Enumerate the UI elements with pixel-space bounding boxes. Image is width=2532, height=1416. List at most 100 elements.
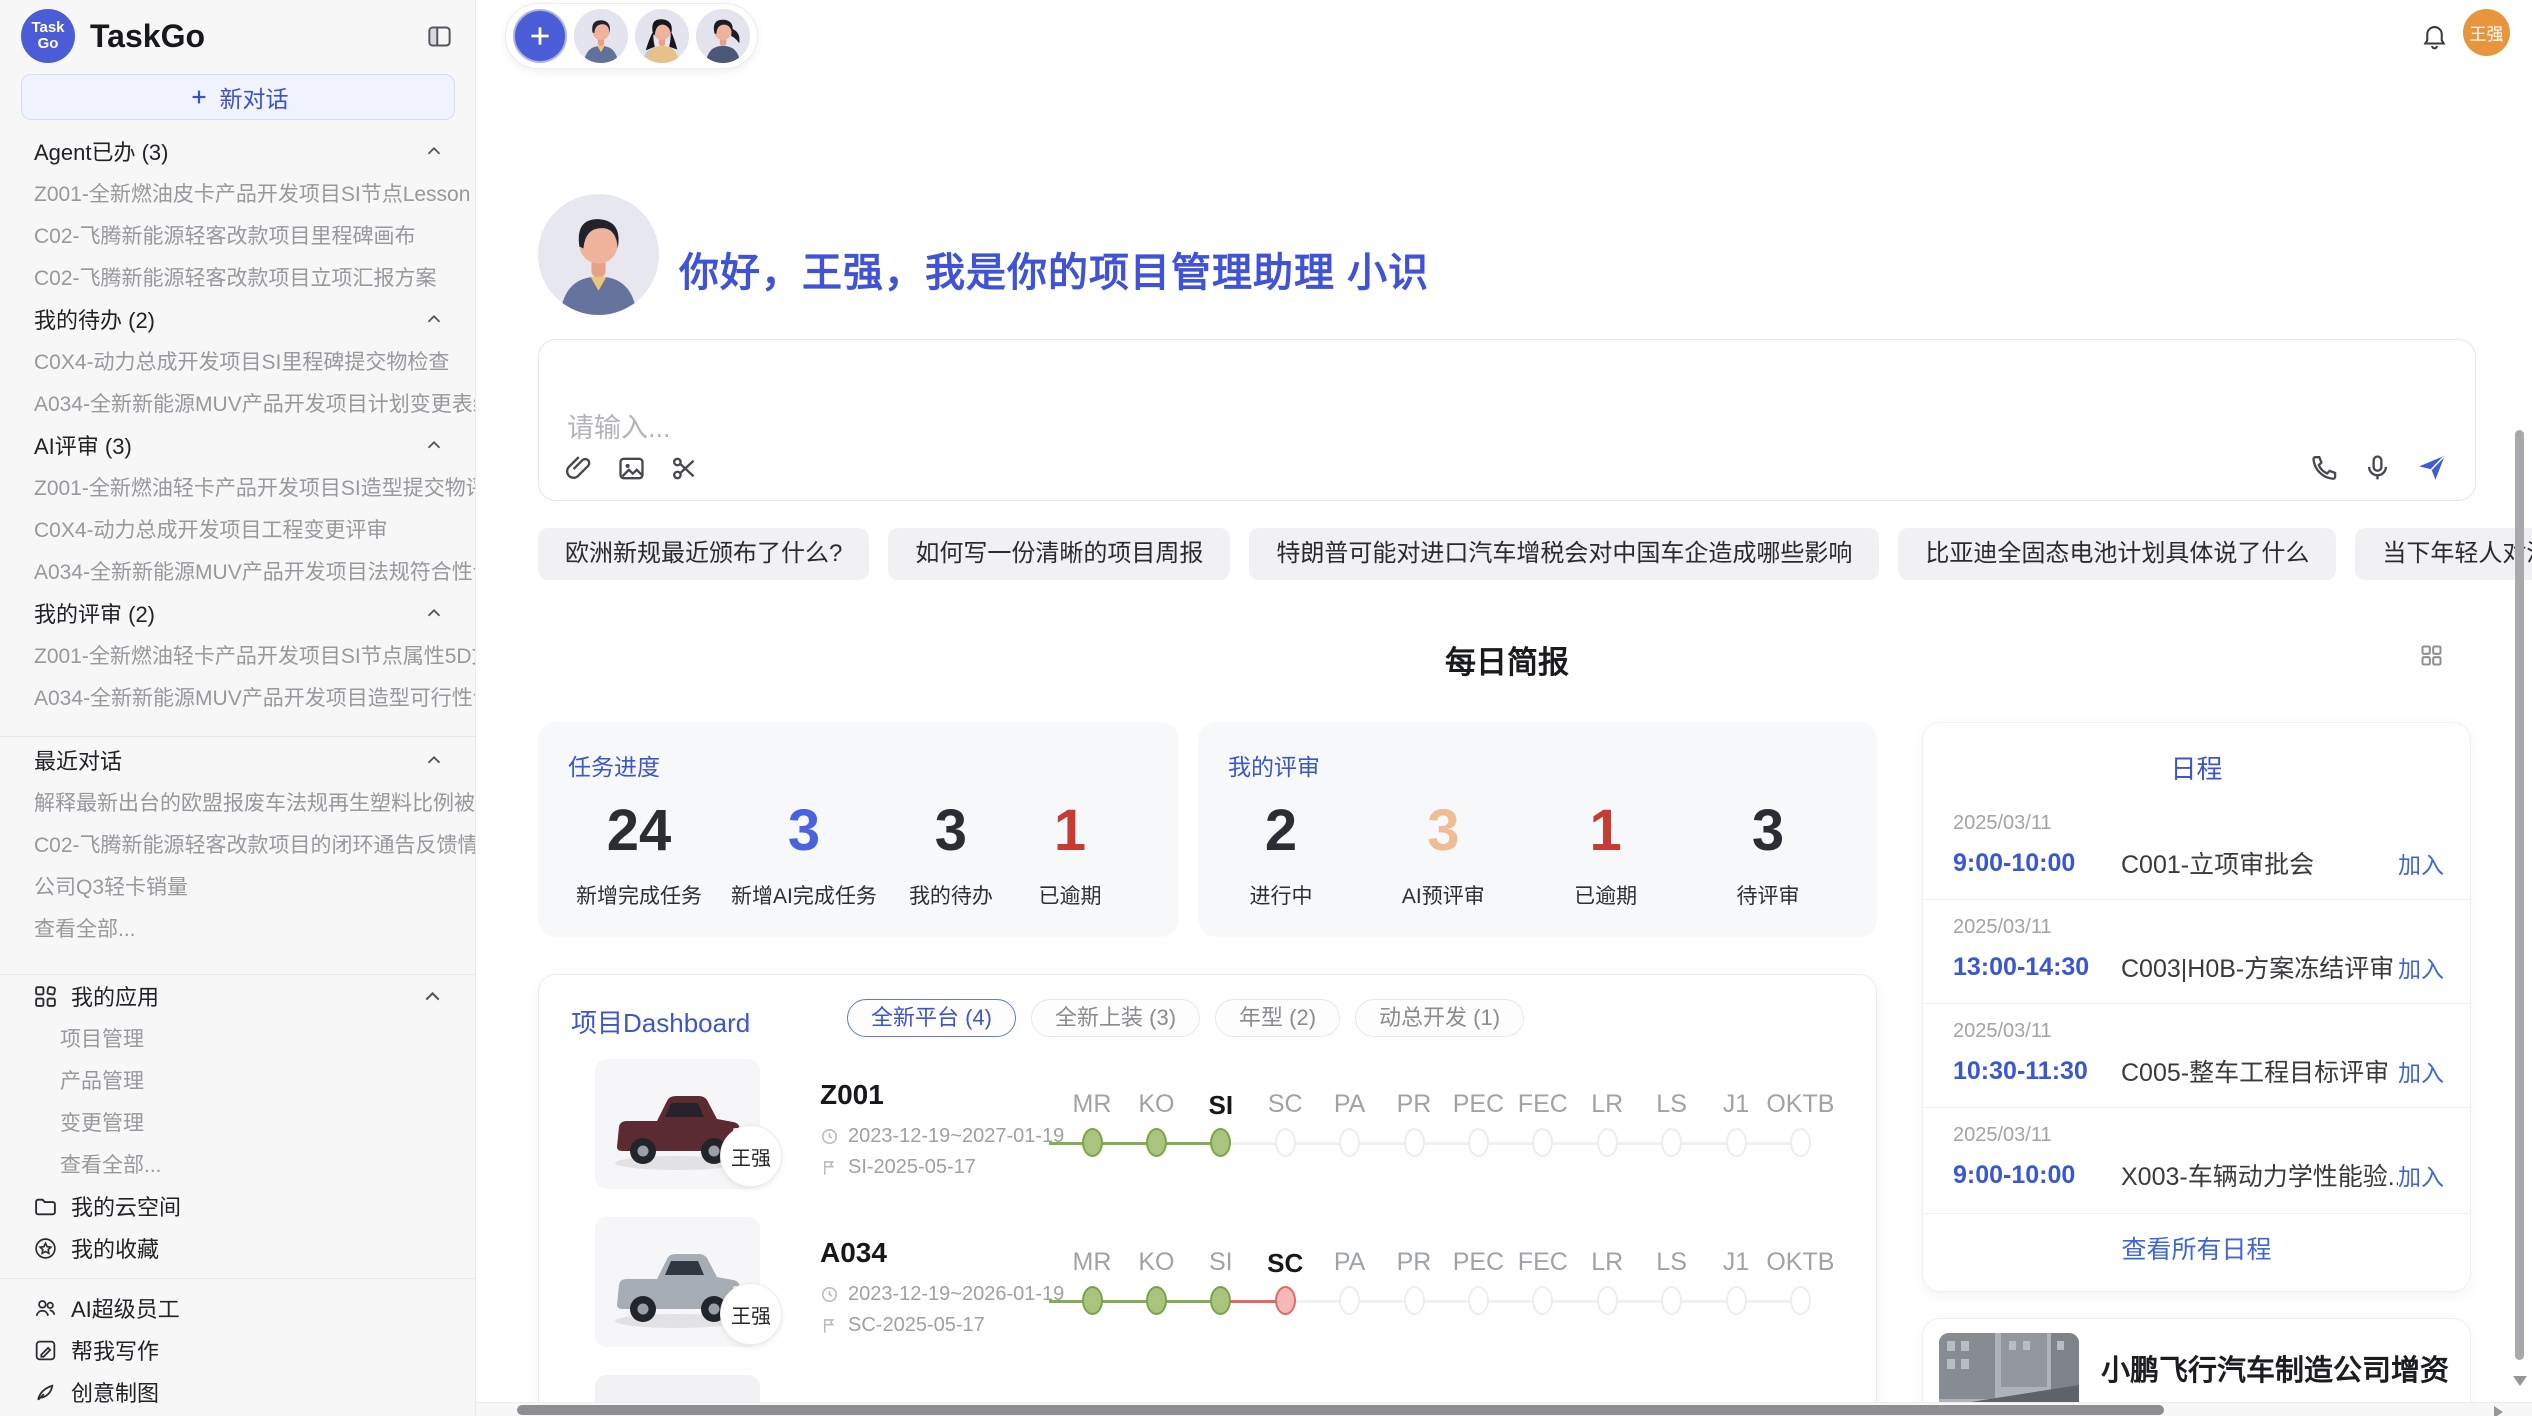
milestone-label: OKTB bbox=[1755, 1248, 1845, 1277]
mic-icon[interactable] bbox=[2362, 452, 2393, 483]
project-row[interactable]: 王强Z0012023-12-19~2027-01-19SI-2025-05-17… bbox=[539, 1046, 1876, 1204]
paperclip-icon[interactable] bbox=[563, 453, 594, 484]
sidebar-tools: AI超级员工帮我写作创意制图 bbox=[0, 1287, 475, 1413]
new-chat-button[interactable]: 新对话 bbox=[21, 74, 455, 120]
bell-icon[interactable] bbox=[2420, 21, 2449, 50]
horizontal-scrollbar-thumb[interactable] bbox=[517, 1405, 2164, 1415]
sidebar-item-cloud-space[interactable]: 我的云空间 bbox=[0, 1185, 475, 1227]
join-button[interactable]: 加入 bbox=[2398, 950, 2444, 984]
sidebar-item[interactable]: C0X4-动力总成开发项目工程变更评审 bbox=[0, 508, 475, 550]
suggestion-chip[interactable]: 欧洲新规最近颁布了什么? bbox=[538, 528, 869, 580]
sidebar-item[interactable]: C02-飞腾新能源轻客改款项目立项汇报方案 bbox=[0, 256, 475, 298]
join-button[interactable]: 加入 bbox=[2398, 846, 2444, 880]
assistant-avatar-large bbox=[538, 194, 659, 315]
assistant-avatar[interactable] bbox=[574, 9, 628, 63]
sidebar-item-creative-drawing[interactable]: 创意制图 bbox=[0, 1371, 475, 1413]
sidebar-item[interactable]: A034-全新新能源MUV产品开发项目计划变更表编写 bbox=[0, 382, 475, 424]
section-title: 我的待办 (2) bbox=[34, 303, 155, 335]
sidebar-item-help-me-write[interactable]: 帮我写作 bbox=[0, 1329, 475, 1371]
schedule-date: 2025/03/11 bbox=[1953, 1020, 2444, 1043]
my-apps-header[interactable]: 我的应用 bbox=[0, 975, 475, 1017]
dashboard-filter-chip[interactable]: 全新上装 (3) bbox=[1031, 999, 1200, 1037]
schedule-item[interactable]: 2025/03/1113:00-14:30C003|H0B-方案冻结评审加入 bbox=[1923, 899, 2470, 1003]
people-icon bbox=[33, 1296, 58, 1321]
sidebar-item[interactable]: Z001-全新燃油皮卡产品开发项目SI节点Lesson Learn报告 bbox=[0, 172, 475, 214]
app-item[interactable]: 产品管理 bbox=[0, 1059, 475, 1101]
section-title: Agent已办 (3) bbox=[34, 135, 169, 167]
send-icon[interactable] bbox=[2415, 450, 2449, 484]
milestone-node bbox=[1468, 1286, 1489, 1315]
schedule-row: 10:30-11:30C005-整车工程目标评审加入 bbox=[1953, 1053, 2444, 1089]
assistant-avatar[interactable] bbox=[696, 9, 750, 63]
sidebar-section-header[interactable]: 我的评审 (2) bbox=[0, 592, 475, 634]
horizontal-scrollbar[interactable] bbox=[476, 1402, 2532, 1416]
suggestion-chip[interactable]: 比亚迪全固态电池计划具体说了什么 bbox=[1898, 528, 2336, 580]
suggestion-chip[interactable]: 当下年轻人对汽车外观有怎样的喜好趋势 bbox=[2355, 528, 2532, 580]
stat-card: 我的评审2进行中3AI预评审1已逾期3待评审 bbox=[1198, 722, 1877, 937]
stat-label: AI预评审 bbox=[1398, 880, 1488, 910]
schedule-item[interactable]: 2025/03/11 10:30-11:30C005-整车工程目标评审加入 bbox=[1923, 1003, 2470, 1107]
flag-icon bbox=[820, 1158, 839, 1177]
app-logo-line2: Go bbox=[38, 36, 59, 52]
sidebar-item[interactable]: C02-飞腾新能源轻客改款项目里程碑画布 bbox=[0, 214, 475, 256]
milestone-node bbox=[1210, 1128, 1231, 1157]
schedule-item[interactable]: 2025/03/119:00-10:00X003-车辆动力学性能验...加入 bbox=[1923, 1107, 2470, 1211]
sidebar-section-header[interactable]: Agent已办 (3) bbox=[0, 130, 475, 172]
recent-chat-item[interactable]: C02-飞腾新能源轻客改款项目的闭环通告反馈情况 bbox=[0, 823, 475, 865]
dashboard-filter-chip[interactable]: 全新平台 (4) bbox=[847, 999, 1016, 1037]
project-row[interactable]: 王强A0342023-12-19~2026-01-19SC-2025-05-17… bbox=[539, 1204, 1876, 1362]
schedule-date: 2025/03/11 bbox=[1953, 1124, 2444, 1147]
vertical-scrollbar-thumb[interactable] bbox=[2515, 430, 2524, 1360]
app-item[interactable]: 变更管理 bbox=[0, 1101, 475, 1143]
tool-label: 帮我写作 bbox=[71, 1334, 159, 1366]
milestone-node bbox=[1597, 1286, 1618, 1315]
milestone-node bbox=[1532, 1128, 1553, 1157]
recent-chats-header[interactable]: 最近对话 bbox=[0, 739, 475, 781]
add-assistant-button[interactable] bbox=[513, 9, 567, 63]
grid-layout-icon[interactable] bbox=[2418, 642, 2445, 669]
suggestion-chip[interactable]: 特朗普可能对进口汽车增税会对中国车企造成哪些影响 bbox=[1249, 528, 1879, 580]
schedule-item[interactable]: 2025/03/119:00-10:00C001-立项审批会加入 bbox=[1923, 796, 2470, 899]
user-avatar[interactable]: 王强 bbox=[2463, 9, 2510, 56]
chat-input[interactable]: 请输入... bbox=[538, 339, 2476, 501]
dashboard-filter-chip[interactable]: 动总开发 (1) bbox=[1355, 999, 1524, 1037]
sidebar-collapse-icon[interactable] bbox=[426, 23, 453, 50]
join-button[interactable]: 加入 bbox=[2398, 1158, 2444, 1192]
app-item[interactable]: 项目管理 bbox=[0, 1017, 475, 1059]
sidebar-item-favorites[interactable]: 我的收藏 bbox=[0, 1227, 475, 1269]
news-title: 小鹏飞行汽车制造公司增资 bbox=[2101, 1347, 2449, 1389]
image-icon[interactable] bbox=[616, 453, 647, 484]
join-button[interactable]: 加入 bbox=[2398, 1054, 2444, 1088]
view-all-schedule-link[interactable]: 查看所有日程 bbox=[1923, 1213, 2470, 1266]
view-all-apps-link[interactable]: 查看全部... bbox=[0, 1143, 475, 1185]
scissors-icon[interactable] bbox=[669, 453, 700, 484]
cloud-space-label: 我的云空间 bbox=[71, 1190, 181, 1222]
sidebar-item-ai-super-staff[interactable]: AI超级员工 bbox=[0, 1287, 475, 1329]
sidebar-item[interactable]: C0X4-动力总成开发项目SI里程碑提交物检查 bbox=[0, 340, 475, 382]
dashboard-filter-chip[interactable]: 年型 (2) bbox=[1215, 999, 1340, 1037]
sidebar-item[interactable]: A034-全新新能源MUV产品开发项目法规符合性评审 bbox=[0, 550, 475, 592]
project-code: A034 bbox=[820, 1237, 887, 1269]
project-dates: 2023-12-19~2026-01-19 bbox=[820, 1283, 1064, 1306]
milestone-track: MRKOSISCPAPRPECFECLRLSJ1OKTB bbox=[1041, 1046, 1877, 1203]
scroll-right-arrow[interactable] bbox=[2494, 1406, 2503, 1416]
project-owner-badge: 王强 bbox=[720, 1283, 782, 1345]
schedule-title: 日程 bbox=[1923, 723, 2470, 786]
scroll-down-arrow[interactable] bbox=[2513, 1376, 2527, 1386]
sidebar-item[interactable]: Z001-全新燃油轻卡产品开发项目SI造型提交物评审 bbox=[0, 466, 475, 508]
sidebar-section-header[interactable]: 我的待办 (2) bbox=[0, 298, 475, 340]
project-dashboard-title: 项目Dashboard bbox=[571, 1003, 750, 1040]
recent-chat-item[interactable]: 公司Q3轻卡销量 bbox=[0, 865, 475, 907]
section-title: 我的评审 (2) bbox=[34, 597, 155, 629]
milestone-node bbox=[1082, 1286, 1103, 1315]
milestone-node bbox=[1790, 1286, 1811, 1315]
assistant-avatar[interactable] bbox=[635, 9, 689, 63]
quill-icon bbox=[33, 1380, 58, 1405]
suggestion-chip[interactable]: 如何写一份清晰的项目周报 bbox=[888, 528, 1230, 580]
view-all-chats-link[interactable]: 查看全部... bbox=[0, 907, 475, 949]
sidebar-section-header[interactable]: AI评审 (3) bbox=[0, 424, 475, 466]
phone-icon[interactable] bbox=[2309, 452, 2340, 483]
sidebar-item[interactable]: A034-全新新能源MUV产品开发项目造型可行性评审 bbox=[0, 676, 475, 718]
sidebar-item[interactable]: Z001-全新燃油轻卡产品开发项目SI节点属性5D文件评审 bbox=[0, 634, 475, 676]
recent-chat-item[interactable]: 解释最新出台的欧盟报废车法规再生塑料比例被调至15%... bbox=[0, 781, 475, 823]
